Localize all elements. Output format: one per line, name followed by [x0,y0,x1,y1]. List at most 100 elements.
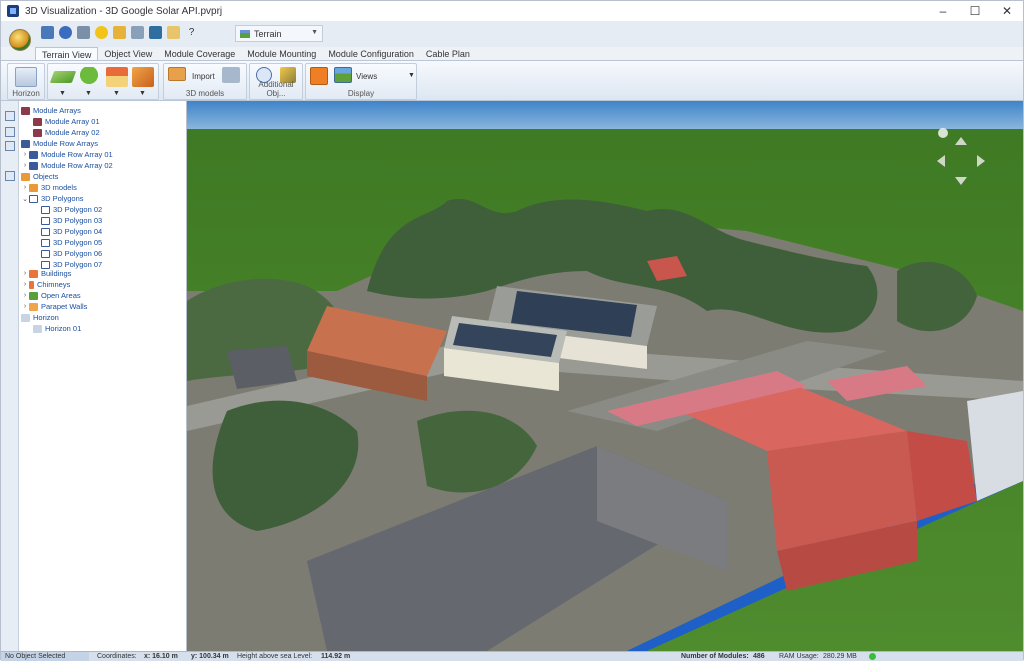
title-bar: 3D Visualization - 3D Google Solar API.p… [1,1,1023,21]
tree-item-polygon[interactable]: 3D Polygon 03 [41,215,102,226]
collapse-icon[interactable] [5,141,15,151]
tree-item-label: 3D Polygons [41,194,84,203]
sky [187,101,1023,131]
chevron-down-icon[interactable]: ▼ [59,90,66,97]
tree-item-label: Horizon [33,313,59,322]
expand-arrow-icon[interactable]: › [21,151,29,158]
tab-object-view[interactable]: Object View [98,47,158,61]
expand-arrow-icon[interactable]: › [21,184,29,191]
arrow-up-icon[interactable] [955,137,967,145]
tree-item-polygon[interactable]: 3D Polygon 04 [41,226,102,237]
arrow-down-icon[interactable] [955,177,967,185]
tree-item-module-arrays[interactable]: Module Arrays [21,105,81,116]
sun-icon[interactable] [95,26,108,39]
tab-cable-plan[interactable]: Cable Plan [420,47,476,61]
modules-value: 486 [753,653,765,660]
north-indicator-icon[interactable] [938,128,948,138]
additional-objects-group: Additional Obj... [249,63,303,100]
tree-item-module-row-array-02[interactable]: › Module Row Array 02 [21,160,113,171]
coordinates-label: Coordinates: [97,653,137,660]
horizon-button[interactable] [15,67,37,87]
add-wall-button[interactable] [132,67,154,87]
expand-arrow-icon[interactable]: › [21,281,29,288]
chevron-down-icon[interactable]: ▼ [408,72,415,79]
tree-item-chimneys[interactable]: › Chimneys [21,279,71,290]
building-icon [29,269,38,278]
app-menu-orb[interactable] [9,29,31,51]
help-icon[interactable]: ? [185,26,198,39]
tree-item-3d-models[interactable]: › 3D models [21,182,77,193]
tool-icon[interactable] [77,26,90,39]
pen-icon[interactable] [131,26,144,39]
white-building [967,391,1023,501]
tab-terrain-view[interactable]: Terrain View [35,47,99,61]
views-button[interactable] [334,67,352,83]
undo-icon[interactable] [41,26,54,39]
tree-item-label: 3D models [41,183,77,192]
close-button[interactable]: ✕ [991,1,1023,21]
expand-arrow-icon[interactable]: › [21,270,29,277]
add-plane-button[interactable] [49,67,77,87]
tree-item-module-row-arrays[interactable]: Module Row Arrays [21,138,98,149]
folder-icon[interactable] [167,26,180,39]
tree-item-horizon[interactable]: Horizon [21,312,59,323]
collapse-arrow-icon[interactable]: ⌄ [21,195,29,203]
arrow-right-icon[interactable] [977,155,985,167]
tree-item-objects[interactable]: Objects [21,171,58,182]
tree-item-label: 3D Polygon 02 [53,205,103,214]
chimney-icon [29,280,34,289]
add-tree-button[interactable] [78,67,100,87]
tab-module-mounting[interactable]: Module Mounting [241,47,322,61]
tree-item-label: Horizon 01 [45,324,82,333]
copy-icon[interactable] [149,26,162,39]
import-icon [168,67,186,81]
model-icon [222,67,240,83]
view-mode-select[interactable]: Terrain ▼ [235,25,323,42]
chevron-down-icon[interactable]: ▼ [85,90,92,97]
tree-item-buildings[interactable]: › Buildings [21,268,72,279]
add-building-button[interactable] [106,67,128,87]
tree-item-3d-polygons[interactable]: ⌄ 3D Polygons [21,193,84,204]
tree-item-label: 3D Polygon 03 [53,216,103,225]
tree-item-horizon-01[interactable]: Horizon 01 [33,323,81,334]
building-icon [106,67,128,87]
terrain-scene[interactable] [187,101,1023,651]
tree-item-module-array-02[interactable]: Module Array 02 [33,127,100,138]
tab-module-configuration[interactable]: Module Configuration [322,47,420,61]
display-mode-button[interactable] [310,67,328,85]
tree-item-open-areas[interactable]: › Open Areas [21,290,81,301]
arrow-left-icon[interactable] [937,155,945,167]
tree-item-label: Objects [33,172,59,181]
wall-icon [132,67,154,87]
tree-item-polygon[interactable]: 3D Polygon 02 [41,204,102,215]
module-row-icon [29,161,38,170]
info-icon[interactable] [59,26,72,39]
3d-viewport[interactable] [187,101,1023,651]
horizon-group: Horizon [7,63,45,100]
expand-icon[interactable] [5,127,15,137]
panel-icon[interactable] [5,111,15,121]
expand-arrow-icon[interactable]: › [21,303,29,310]
polygon-icon [29,194,38,203]
table-icon[interactable] [113,26,126,39]
models-3d-group: Import 3D models [163,63,247,100]
chevron-down-icon[interactable]: ▼ [113,90,120,97]
navigation-pad[interactable] [933,127,989,187]
minimize-button[interactable]: – [927,1,959,21]
import-button[interactable] [168,67,186,81]
expand-arrow-icon[interactable]: › [21,162,29,169]
properties-icon[interactable] [5,171,15,181]
tab-module-coverage[interactable]: Module Coverage [158,47,241,61]
expand-arrow-icon[interactable]: › [21,292,29,299]
views-label: Views [356,72,378,81]
tree-item-polygon[interactable]: 3D Polygon 05 [41,237,102,248]
tree-item-parapet-walls[interactable]: › Parapet Walls [21,301,88,312]
tree-item-module-row-array-01[interactable]: › Module Row Array 01 [21,149,113,160]
tree-item-polygon[interactable]: 3D Polygon 06 [41,248,102,259]
view-mode-value: Terrain [254,28,282,39]
maximize-button[interactable]: ☐ [959,1,991,21]
model-button[interactable] [222,67,240,83]
chevron-down-icon[interactable]: ▼ [139,90,146,97]
horizon-label: Horizon [12,89,40,98]
tree-item-module-array-01[interactable]: Module Array 01 [33,116,100,127]
